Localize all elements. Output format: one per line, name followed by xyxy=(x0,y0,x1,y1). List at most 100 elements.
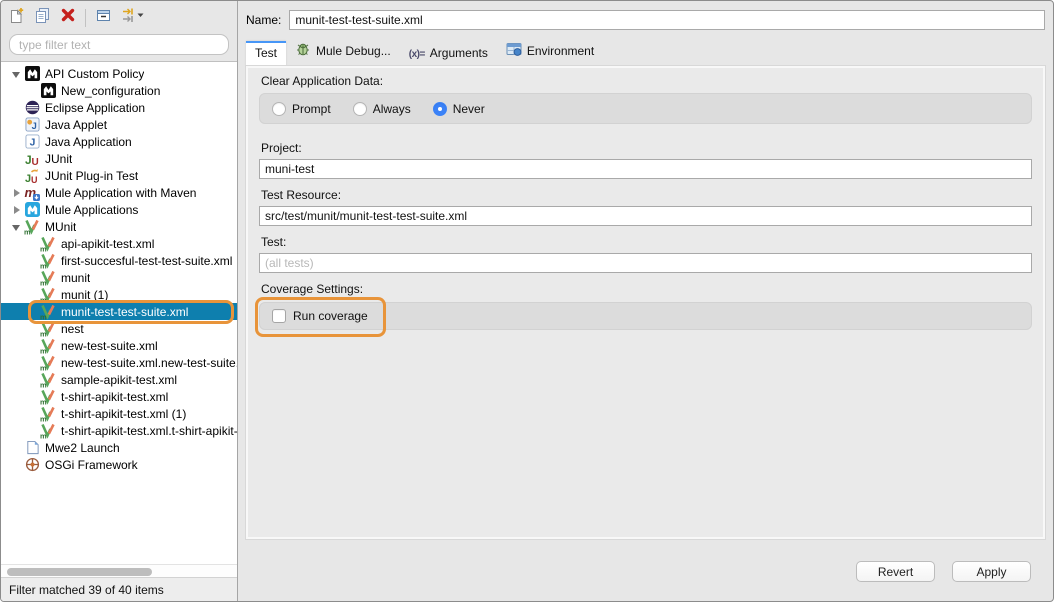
tab-test[interactable]: Test xyxy=(246,41,286,66)
tree-item-label: munit (1) xyxy=(61,288,108,302)
collapse-all-button[interactable] xyxy=(95,7,112,29)
tree-item-junit-plug-in-test[interactable]: JU JUnit Plug-in Test xyxy=(1,167,237,184)
tree-item-label: t-shirt-apikit-test.xml xyxy=(61,390,168,404)
munit-icon: m xyxy=(40,253,56,269)
tree-item-junit[interactable]: JUJUnit xyxy=(1,150,237,167)
svg-text:m: m xyxy=(40,278,47,286)
svg-text:m: m xyxy=(40,261,47,269)
name-input[interactable] xyxy=(289,10,1045,30)
tree-item-java-applet[interactable]: JJava Applet xyxy=(1,116,237,133)
radio-label: Never xyxy=(453,102,485,116)
tree-item-munit[interactable]: mMUnit xyxy=(1,218,237,235)
coverage-band: Run coverage xyxy=(259,302,1032,330)
tree-item-label: OSGi Framework xyxy=(45,458,138,472)
delete-icon xyxy=(60,7,76,28)
filter-options-button[interactable] xyxy=(121,7,147,29)
java-applet-icon: J xyxy=(24,117,40,133)
tree-item-t-shirt-apikit-test-xml-1[interactable]: m t-shirt-apikit-test.xml (1) xyxy=(1,405,237,422)
collapse-icon xyxy=(95,7,112,29)
tree-item-t-shirt-apikit-test-xml[interactable]: m t-shirt-apikit-test.xml xyxy=(1,388,237,405)
tree-item-api-apikit-test-xml[interactable]: mapi-apikit-test.xml xyxy=(1,235,237,252)
tree-item-new-test-suite-xml[interactable]: mnew-test-suite.xml xyxy=(1,337,237,354)
tab-arguments[interactable]: (x)=Arguments xyxy=(400,41,497,66)
tree-item-label: new-test-suite.xml.new-test-suite.xml xyxy=(61,356,237,370)
delete-button[interactable] xyxy=(60,7,76,28)
tree-item-java-application[interactable]: JJava Application xyxy=(1,133,237,150)
tree-item-label: t-shirt-apikit-test.xml.t-shirt-apikit-t… xyxy=(61,424,237,438)
test-input[interactable] xyxy=(259,253,1032,273)
scrollbar-thumb[interactable] xyxy=(7,568,152,576)
tree-item-label: nest xyxy=(61,322,84,336)
toolbar-separator xyxy=(85,9,86,27)
munit-icon: m xyxy=(40,321,56,337)
horizontal-scrollbar[interactable] xyxy=(1,564,237,577)
new-configuration-button[interactable] xyxy=(8,7,25,29)
test-resource-label: Test Resource: xyxy=(261,188,1032,202)
radio-always[interactable]: Always xyxy=(353,102,411,116)
tree-item-nest[interactable]: m nest xyxy=(1,320,237,337)
filter-row xyxy=(1,34,237,61)
duplicate-button[interactable] xyxy=(34,7,51,29)
test-resource-input[interactable] xyxy=(259,206,1032,226)
tree-item-label: t-shirt-apikit-test.xml (1) xyxy=(61,407,186,421)
revert-button[interactable]: Revert xyxy=(856,561,935,582)
radio-prompt[interactable]: Prompt xyxy=(272,102,331,116)
tree-item-eclipse-application[interactable]: Eclipse Application xyxy=(1,99,237,116)
svg-text:m: m xyxy=(40,329,47,337)
filter-input[interactable] xyxy=(9,34,229,55)
svg-text:J: J xyxy=(29,138,35,149)
test-label: Test: xyxy=(261,235,1032,249)
radio-dot xyxy=(272,102,286,116)
tree-item-munit[interactable]: m munit xyxy=(1,269,237,286)
tree-item-mwe2-launch[interactable]: Mwe2 Launch xyxy=(1,439,237,456)
bug-icon xyxy=(295,41,311,60)
tree-item-api-custom-policy[interactable]: API Custom Policy xyxy=(1,65,237,82)
tree-item-munit-test-test-suite-xml[interactable]: mmunit-test-test-suite.xml xyxy=(1,303,237,320)
apply-button[interactable]: Apply xyxy=(952,561,1031,582)
clear-app-data-label: Clear Application Data: xyxy=(261,74,1032,88)
tree-item-t-shirt-apikit-test-xml-t-shirt-apikit-test-xml[interactable]: m t-shirt-apikit-test.xml.t-shirt-apikit-… xyxy=(1,422,237,439)
svg-text:m: m xyxy=(40,414,47,422)
svg-text:m: m xyxy=(24,227,31,235)
run-coverage-checkbox[interactable] xyxy=(272,309,286,323)
configurations-tree[interactable]: API Custom PolicyNew_configurationEclips… xyxy=(1,61,237,564)
tree-item-osgi-framework[interactable]: OSGi Framework xyxy=(1,456,237,473)
tree-item-munit-1[interactable]: m munit (1) xyxy=(1,286,237,303)
tree-item-label: sample-apikit-test.xml xyxy=(61,373,177,387)
svg-text:m: m xyxy=(40,363,47,371)
tab-environment[interactable]: Environment xyxy=(497,36,603,66)
tab-bar: TestMule Debug...(x)=ArgumentsEnvironmen… xyxy=(246,39,1045,66)
tree-item-label: munit xyxy=(61,271,90,285)
junit-plugin-icon: JU xyxy=(24,168,40,184)
mule-black-icon xyxy=(24,66,40,82)
project-input[interactable] xyxy=(259,159,1032,179)
tree-item-mule-application-with-maven[interactable]: m Mule Application with Maven xyxy=(1,184,237,201)
svg-text:U: U xyxy=(32,157,39,167)
tree-item-sample-apikit-test-xml[interactable]: msample-apikit-test.xml xyxy=(1,371,237,388)
tree-item-label: JUnit Plug-in Test xyxy=(45,169,138,183)
run-configurations-dialog: API Custom PolicyNew_configurationEclips… xyxy=(0,0,1054,602)
munit-icon: m xyxy=(40,389,56,405)
mule-black-icon xyxy=(40,83,56,99)
munit-icon: m xyxy=(24,219,40,235)
tab-mule-debug[interactable]: Mule Debug... xyxy=(286,36,400,66)
svg-text:m: m xyxy=(40,431,47,439)
maven-mule-icon: m xyxy=(24,185,40,201)
junit-icon: JU xyxy=(24,151,40,167)
coverage-settings-label: Coverage Settings: xyxy=(261,282,1032,296)
munit-icon: m xyxy=(40,236,56,252)
tree-item-new-test-suite-xml-new-test-suite-xml[interactable]: m new-test-suite.xml.new-test-suite.xml xyxy=(1,354,237,371)
tree-item-label: munit-test-test-suite.xml xyxy=(61,305,188,319)
svg-text:m: m xyxy=(40,346,47,354)
munit-icon: m xyxy=(40,338,56,354)
tree-item-new-configuration[interactable]: New_configuration xyxy=(1,82,237,99)
tree-item-mule-applications[interactable]: Mule Applications xyxy=(1,201,237,218)
mwe2-icon xyxy=(24,440,40,456)
radio-never[interactable]: Never xyxy=(433,102,485,116)
new-icon xyxy=(8,7,25,29)
tree-item-label: Mule Application with Maven xyxy=(45,186,196,200)
svg-text:m: m xyxy=(40,295,47,303)
tree-item-first-succesful-test-test-suite-xml[interactable]: mfirst-succesful-test-test-suite.xml xyxy=(1,252,237,269)
radio-label: Prompt xyxy=(292,102,331,116)
configuration-detail-panel: Name: TestMule Debug...(x)=ArgumentsEnvi… xyxy=(238,1,1053,601)
